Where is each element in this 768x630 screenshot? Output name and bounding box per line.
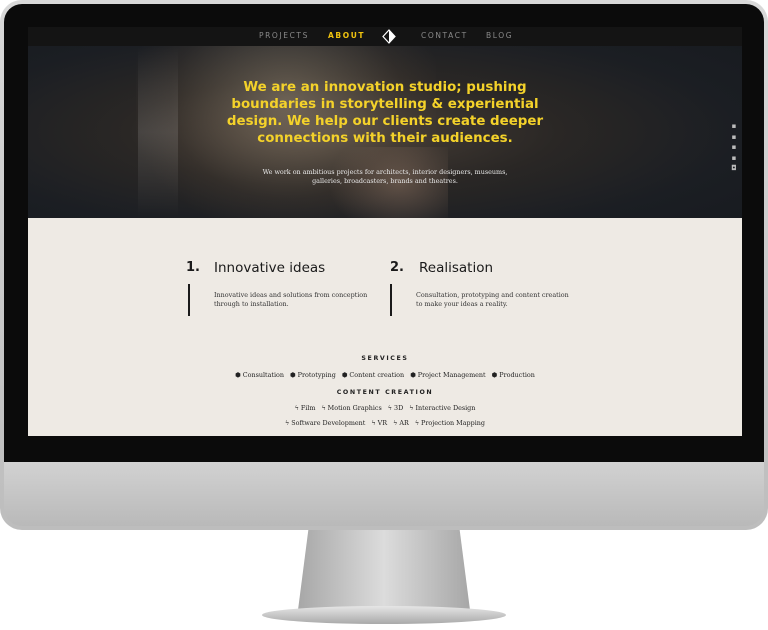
cube-icon: ⬢ [410, 371, 416, 379]
service-label: Project Management [417, 371, 486, 379]
cube-icon: ⬢ [235, 371, 241, 379]
service-item: ⬢ Content creation [342, 371, 404, 379]
column-1-number: 1. [186, 260, 200, 275]
hero-banner: PROJECTS ABOUT CONTACT BLOG We are an in… [28, 27, 742, 218]
bolt-icon: ϟ [321, 404, 326, 412]
bolt-icon: ϟ [409, 404, 414, 412]
monitor-stand [298, 530, 470, 610]
twitter-icon[interactable]: ▪ [730, 122, 738, 130]
service-label: Prototyping [297, 371, 336, 379]
content-item: ϟ Software Development [285, 419, 365, 427]
cube-icon: ⬢ [491, 371, 498, 379]
content-creation-row-1: ϟ Film ϟ Motion Graphics ϟ 3D ϟ Interactive … [28, 404, 742, 412]
bolt-icon: ϟ [414, 419, 420, 427]
content-item: ϟ Motion Graphics [321, 404, 381, 412]
bolt-icon: ϟ [371, 419, 376, 427]
services-title: SERVICES [361, 355, 409, 362]
hero-photo-light [138, 47, 178, 217]
content-label: 3D [394, 404, 404, 412]
content-item: ϟ VR [371, 419, 387, 427]
service-item: ⬢ Prototyping [290, 371, 336, 379]
service-item: ⬢ Consultation [235, 371, 284, 379]
content-item: ϟ 3D [388, 404, 403, 412]
monitor-chin [4, 462, 764, 526]
service-item: ⬢ Project Management [410, 371, 485, 379]
bolt-icon: ϟ [285, 419, 290, 427]
nav-projects[interactable]: PROJECTS [259, 31, 309, 40]
content-creation-title: CONTENT CREATION [336, 389, 434, 396]
stand-base [262, 606, 506, 624]
service-label: Consultation [242, 371, 284, 379]
instagram-icon[interactable]: ◘ [730, 164, 738, 172]
content-item: ϟ Interactive Design [409, 404, 475, 412]
vimeo-icon[interactable]: ▪ [730, 133, 738, 141]
nav-contact[interactable]: CONTACT [421, 31, 468, 40]
column-1-divider [188, 284, 190, 316]
content-label: VR [377, 419, 388, 427]
content-creation-row-2: ϟ Software Development ϟ VR ϟ AR ϟ Projectio… [28, 419, 742, 427]
content-label: Software Development [291, 419, 366, 427]
content-label: AR [399, 419, 409, 427]
bolt-icon: ϟ [387, 404, 393, 412]
content-label: Projection Mapping [421, 419, 485, 427]
service-label: Content creation [349, 371, 405, 379]
bolt-icon: ϟ [393, 419, 398, 427]
services-list: ⬢ Consultation ⬢ Prototyping ⬢ Content crea… [28, 371, 742, 379]
facebook-icon[interactable]: ▪ [730, 154, 738, 162]
website-screen: PROJECTS ABOUT CONTACT BLOG We are an in… [28, 27, 742, 436]
column-1-text: Innovative ideas and solutions from conc… [214, 291, 368, 308]
cube-icon: ⬢ [290, 371, 296, 379]
top-nav: PROJECTS ABOUT CONTACT BLOG [28, 27, 742, 46]
service-item: ⬢ Production [492, 371, 535, 379]
studio-logo-icon[interactable] [382, 29, 396, 44]
column-1-heading: Innovative ideas [214, 260, 326, 276]
linkedin-icon[interactable]: ▪ [730, 143, 738, 151]
column-2-divider [390, 284, 392, 316]
bolt-icon: ϟ [294, 404, 299, 412]
content-item: ϟ Film [295, 404, 316, 412]
nav-about[interactable]: ABOUT [328, 31, 365, 40]
content-item: ϟ AR [393, 419, 409, 427]
content-label: Motion Graphics [327, 404, 382, 412]
content-label: Interactive Design [415, 404, 476, 412]
nav-blog[interactable]: BLOG [486, 31, 513, 40]
content-label: Film [300, 404, 316, 412]
hero-subtitle: We work on ambitious projects for archit… [262, 168, 508, 185]
social-links: ▪ ▪ ▪ ▪ ◘ [730, 122, 740, 175]
column-2-number: 2. [390, 260, 404, 275]
column-2-text: Consultation, prototyping and content cr… [416, 291, 569, 308]
column-2-heading: Realisation [419, 260, 494, 276]
hero-title: We are an innovation studio; pushing bou… [226, 80, 544, 146]
service-label: Production [499, 371, 535, 379]
content-item: ϟ Projection Mapping [415, 419, 485, 427]
cube-icon: ⬢ [341, 371, 348, 379]
